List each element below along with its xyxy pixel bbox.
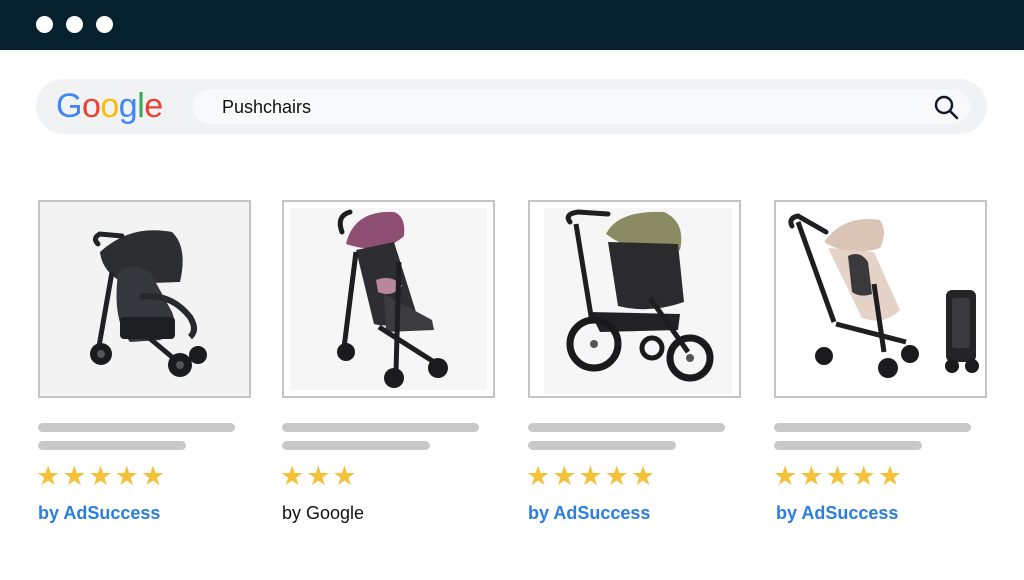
advertiser-link[interactable]: by AdSuccess — [38, 502, 160, 524]
pushchair-image — [544, 208, 732, 394]
logo-letter: G — [56, 87, 82, 125]
product-image[interactable] — [774, 200, 987, 398]
placeholder-subtitle-line — [282, 441, 430, 450]
placeholder-subtitle-line — [774, 441, 922, 450]
window-control-dot[interactable] — [96, 16, 113, 33]
window-titlebar — [0, 0, 1024, 50]
placeholder-subtitle-line — [38, 441, 186, 450]
logo-letter: o — [81, 87, 101, 125]
google-logo[interactable]: Google — [56, 86, 163, 126]
product-image[interactable] — [38, 200, 251, 398]
advertiser-link[interactable]: by AdSuccess — [528, 502, 650, 524]
search-query[interactable]: Pushchairs — [222, 96, 311, 118]
placeholder-title-line — [38, 423, 235, 432]
placeholder-title-line — [528, 423, 725, 432]
logo-letter: e — [144, 87, 163, 125]
star-rating: ★★★ — [280, 461, 359, 491]
pushchair-image — [290, 208, 487, 390]
advertiser-link[interactable]: by AdSuccess — [776, 502, 898, 524]
star-rating: ★★★★★ — [526, 461, 658, 491]
logo-letter: g — [118, 87, 138, 125]
window-control-dot[interactable] — [66, 16, 83, 33]
logo-letter: l — [137, 87, 145, 125]
placeholder-title-line — [774, 423, 971, 432]
search-icon[interactable] — [932, 93, 960, 121]
pushchair-image — [90, 230, 207, 377]
advertiser-link[interactable]: by Google — [282, 502, 364, 524]
pushchair-image — [786, 213, 985, 392]
product-image[interactable] — [282, 200, 495, 398]
product-image[interactable] — [528, 200, 741, 398]
logo-letter: o — [100, 87, 119, 125]
placeholder-subtitle-line — [528, 441, 676, 450]
placeholder-title-line — [282, 423, 479, 432]
star-rating: ★★★★★ — [36, 461, 168, 491]
window-control-dot[interactable] — [36, 16, 53, 33]
star-rating: ★★★★★ — [773, 461, 905, 491]
